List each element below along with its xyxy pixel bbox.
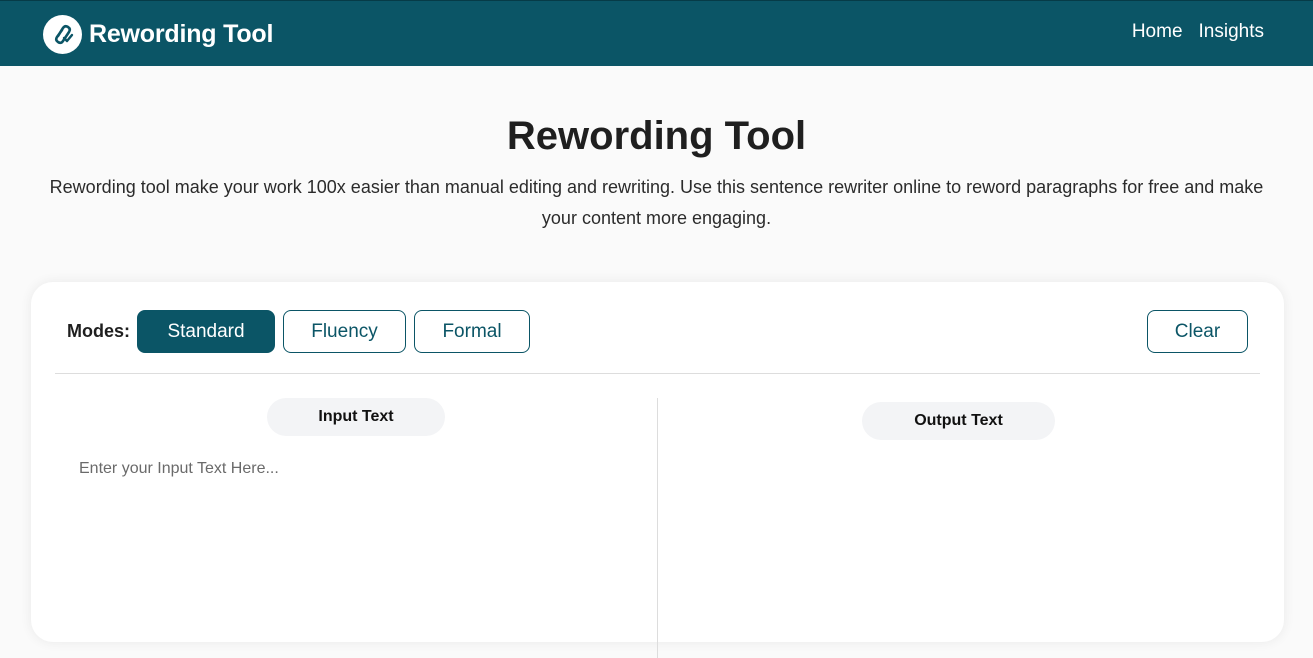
output-text-area <box>681 452 1261 632</box>
page-title: Rewording Tool <box>506 114 807 158</box>
mode-fluency-button[interactable]: Fluency <box>283 310 406 353</box>
mode-standard-button[interactable]: Standard <box>137 310 275 353</box>
modes-label: Modes: <box>67 321 130 341</box>
paperclip-check-icon <box>43 14 82 54</box>
column-divider <box>657 398 658 658</box>
rewording-panel: Modes: Standard Fluency Formal Clear Inp… <box>31 282 1284 658</box>
nav-link-insights[interactable]: Insights <box>1199 21 1264 43</box>
toolbar-divider <box>55 373 1260 374</box>
clear-button[interactable]: Clear <box>1147 310 1248 353</box>
main-nav: Home Insights <box>1132 21 1264 43</box>
brand-home-link[interactable]: Rewording Tool <box>43 14 273 54</box>
nav-link-home[interactable]: Home <box>1132 21 1183 43</box>
output-text-header: Output Text <box>862 402 1055 440</box>
brand-name: Rewording Tool <box>89 19 274 48</box>
top-navbar: Rewording Tool Home Insights <box>0 0 1313 66</box>
input-text-header: Input Text <box>267 398 445 436</box>
page-description: Rewording tool make your work 100x easie… <box>49 177 1264 228</box>
mode-formal-button[interactable]: Formal <box>414 310 530 353</box>
input-textarea[interactable] <box>71 452 631 632</box>
